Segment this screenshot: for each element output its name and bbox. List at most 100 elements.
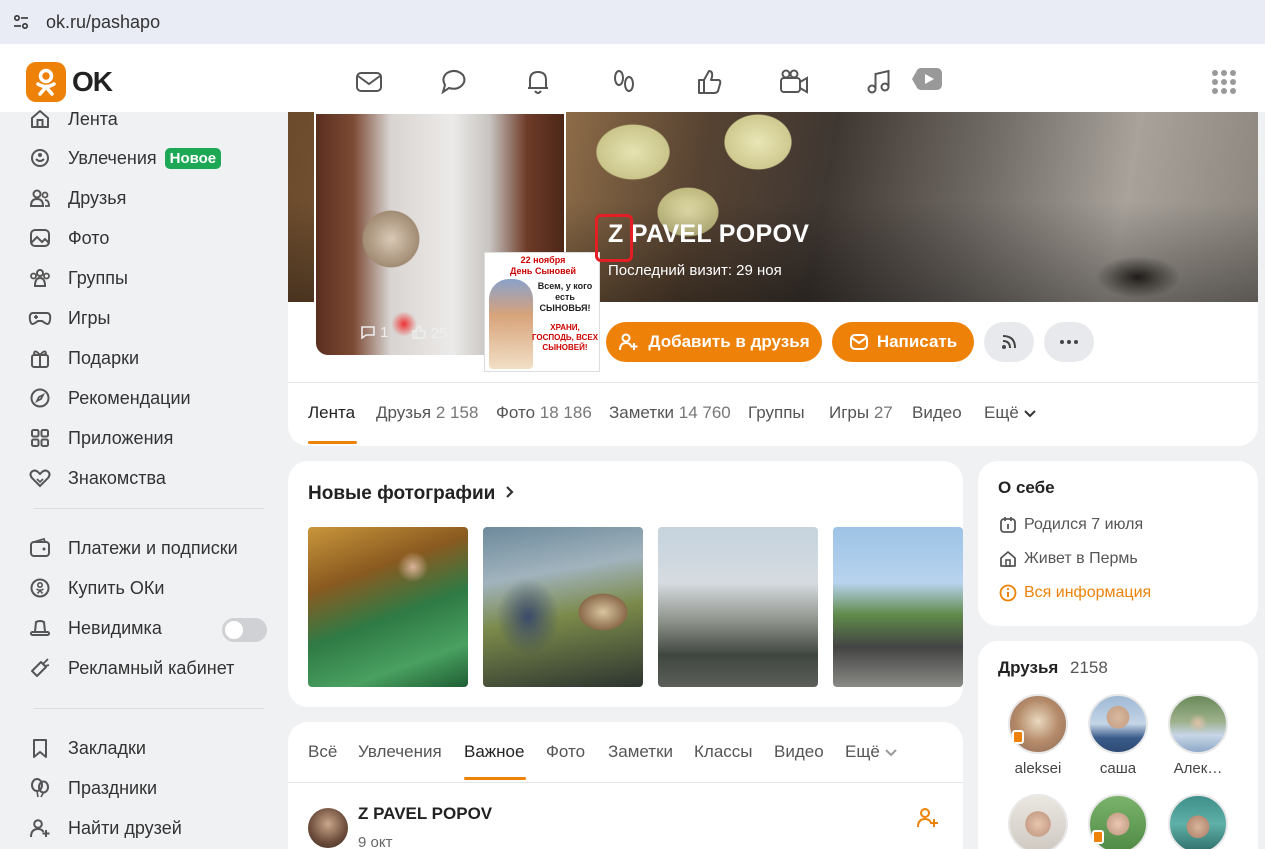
top-navigation: OK — [0, 52, 1265, 112]
sidebar-item-dating[interactable]: Знакомства — [28, 463, 166, 493]
invisible-toggle[interactable] — [222, 618, 267, 642]
mail-icon — [849, 334, 868, 350]
sidebar-item-recommendations[interactable]: Рекомендации — [28, 383, 191, 413]
play-icon[interactable] — [912, 64, 944, 96]
last-visit: Последний визит: 29 ноя — [608, 262, 782, 279]
avatar-likes[interactable]: 25 — [411, 324, 447, 342]
write-message-button[interactable]: Написать — [832, 322, 974, 362]
feed-tab-notes[interactable]: Заметки — [608, 742, 673, 762]
groups-icon — [28, 266, 52, 290]
friend-item[interactable] — [1168, 794, 1228, 849]
ok-logo-icon — [26, 62, 66, 102]
feed-tab-photos[interactable]: Фото — [546, 742, 585, 762]
sidebar-item-friends[interactable]: Друзья — [28, 183, 126, 213]
friend-name[interactable]: Алек… — [1163, 760, 1233, 777]
compass-icon — [28, 386, 52, 410]
sidebar-item-find-friends[interactable]: Найти друзей — [28, 813, 182, 843]
sidebar-item-label: Рекламный кабинет — [68, 657, 235, 678]
friend-avatar[interactable] — [1008, 794, 1068, 849]
sidebar-item-label: Приложения — [68, 427, 174, 448]
tab-groups[interactable]: Группы — [748, 403, 805, 423]
sidebar-item-apps[interactable]: Приложения — [28, 423, 173, 453]
sidebar-item-bookmarks[interactable]: Закладки — [28, 733, 146, 763]
avatar-stats: 1 25 — [360, 324, 447, 342]
sidebar-item-payments[interactable]: Платежи и подписки — [28, 533, 238, 563]
friend-avatar[interactable] — [1168, 694, 1228, 754]
url-text[interactable]: ok.ru/pashapo — [46, 12, 160, 33]
ok-logo[interactable]: OK — [26, 62, 113, 102]
feed-tab-all[interactable]: Всё — [308, 742, 337, 762]
sidebar-item-holidays[interactable]: Праздники — [28, 773, 157, 803]
photo-thumbnail[interactable] — [658, 527, 818, 687]
new-photos-title[interactable]: Новые фотографии — [308, 483, 515, 505]
about-birthday: Родился 7 июля — [998, 513, 1143, 537]
tab-friends[interactable]: Друзья 2 158 — [376, 403, 478, 423]
thumbs-up-icon[interactable] — [693, 66, 725, 98]
friend-item[interactable]: саша — [1088, 694, 1148, 777]
friend-item[interactable] — [1008, 794, 1068, 849]
friends-icon — [28, 186, 52, 210]
post-author-name[interactable]: Z PAVEL POPOV — [358, 804, 492, 824]
sidebar-item-gifts[interactable]: Подарки — [28, 343, 139, 373]
add-friend-icon[interactable] — [916, 806, 940, 830]
tab-games[interactable]: Игры 27 — [829, 403, 893, 423]
music-note-icon[interactable] — [862, 66, 894, 98]
sidebar-item-games[interactable]: Игры — [28, 303, 110, 333]
friend-avatar[interactable] — [1088, 794, 1148, 849]
sidebar-item-hobbies[interactable]: Увлечения Новое — [28, 143, 222, 173]
friend-item[interactable] — [1088, 794, 1148, 849]
tab-notes[interactable]: Заметки 14 760 — [609, 403, 731, 423]
bookmark-icon — [28, 736, 52, 760]
coin-icon — [28, 576, 52, 600]
subscribe-button[interactable] — [984, 322, 1034, 362]
feed-tab-important[interactable]: Важное — [464, 742, 524, 762]
friend-avatar[interactable] — [1008, 694, 1068, 754]
all-info-link[interactable]: Вся информация — [998, 581, 1151, 605]
feed-tab-video[interactable]: Видео — [774, 742, 824, 762]
photo-icon — [28, 226, 52, 250]
avatar-comments[interactable]: 1 — [360, 324, 389, 342]
friend-item[interactable]: aleksei — [1008, 694, 1068, 777]
chat-icon[interactable] — [437, 66, 469, 98]
sidebar-item-label: Лента — [68, 108, 118, 129]
site-settings-icon[interactable] — [8, 9, 34, 35]
feed-tab-more[interactable]: Ещё — [845, 742, 897, 762]
tab-video[interactable]: Видео — [912, 403, 962, 423]
sidebar-item-feed[interactable]: Лента — [28, 104, 118, 134]
friend-avatar[interactable] — [1088, 694, 1148, 754]
friends-title[interactable]: Друзья — [998, 658, 1058, 678]
sidebar-item-groups[interactable]: Группы — [28, 263, 128, 293]
footprints-icon[interactable] — [608, 66, 640, 98]
sidebar-item-photos[interactable]: Фото — [28, 223, 109, 253]
feed-tab-classes[interactable]: Классы — [694, 742, 753, 762]
tab-more[interactable]: Ещё — [984, 403, 1036, 423]
add-friend-button[interactable]: Добавить в друзья — [606, 322, 822, 362]
photo-thumbnail[interactable] — [308, 527, 468, 687]
mail-icon[interactable] — [353, 66, 385, 98]
more-actions-button[interactable] — [1044, 322, 1094, 362]
chevron-right-icon — [505, 486, 514, 498]
pinned-greeting-card[interactable]: 22 ноября День Сыновей Всем, у кого есть… — [484, 252, 600, 372]
sidebar-item-buy-oks[interactable]: Купить ОКи — [28, 573, 164, 603]
bell-icon[interactable] — [522, 66, 554, 98]
sidebar-item-ads-cabinet[interactable]: Рекламный кабинет — [28, 653, 234, 683]
hobby-icon — [28, 146, 52, 170]
friend-item[interactable]: Алек… — [1168, 694, 1228, 777]
photo-thumbnail[interactable] — [483, 527, 643, 687]
apps-grid-icon[interactable] — [1212, 70, 1236, 94]
sidebar-item-label: Друзья — [68, 187, 127, 208]
friend-name[interactable]: aleksei — [1003, 760, 1073, 777]
photo-thumbnail[interactable] — [833, 527, 963, 687]
tab-photos[interactable]: Фото 18 186 — [496, 403, 592, 423]
sidebar-item-label: Фото — [68, 227, 110, 248]
tab-feed[interactable]: Лента — [308, 403, 355, 423]
highlight-box — [595, 214, 633, 262]
friend-avatar[interactable] — [1168, 794, 1228, 849]
address-field[interactable]: ok.ru/pashapo — [0, 0, 1265, 44]
feed-tab-hobbies[interactable]: Увлечения — [358, 742, 442, 762]
friend-name[interactable]: саша — [1083, 760, 1153, 777]
sidebar-item-invisible[interactable]: Невидимка — [28, 613, 162, 643]
video-camera-icon[interactable] — [778, 66, 810, 98]
online-mobile-icon — [1092, 830, 1104, 844]
post-author-avatar[interactable] — [308, 808, 348, 848]
